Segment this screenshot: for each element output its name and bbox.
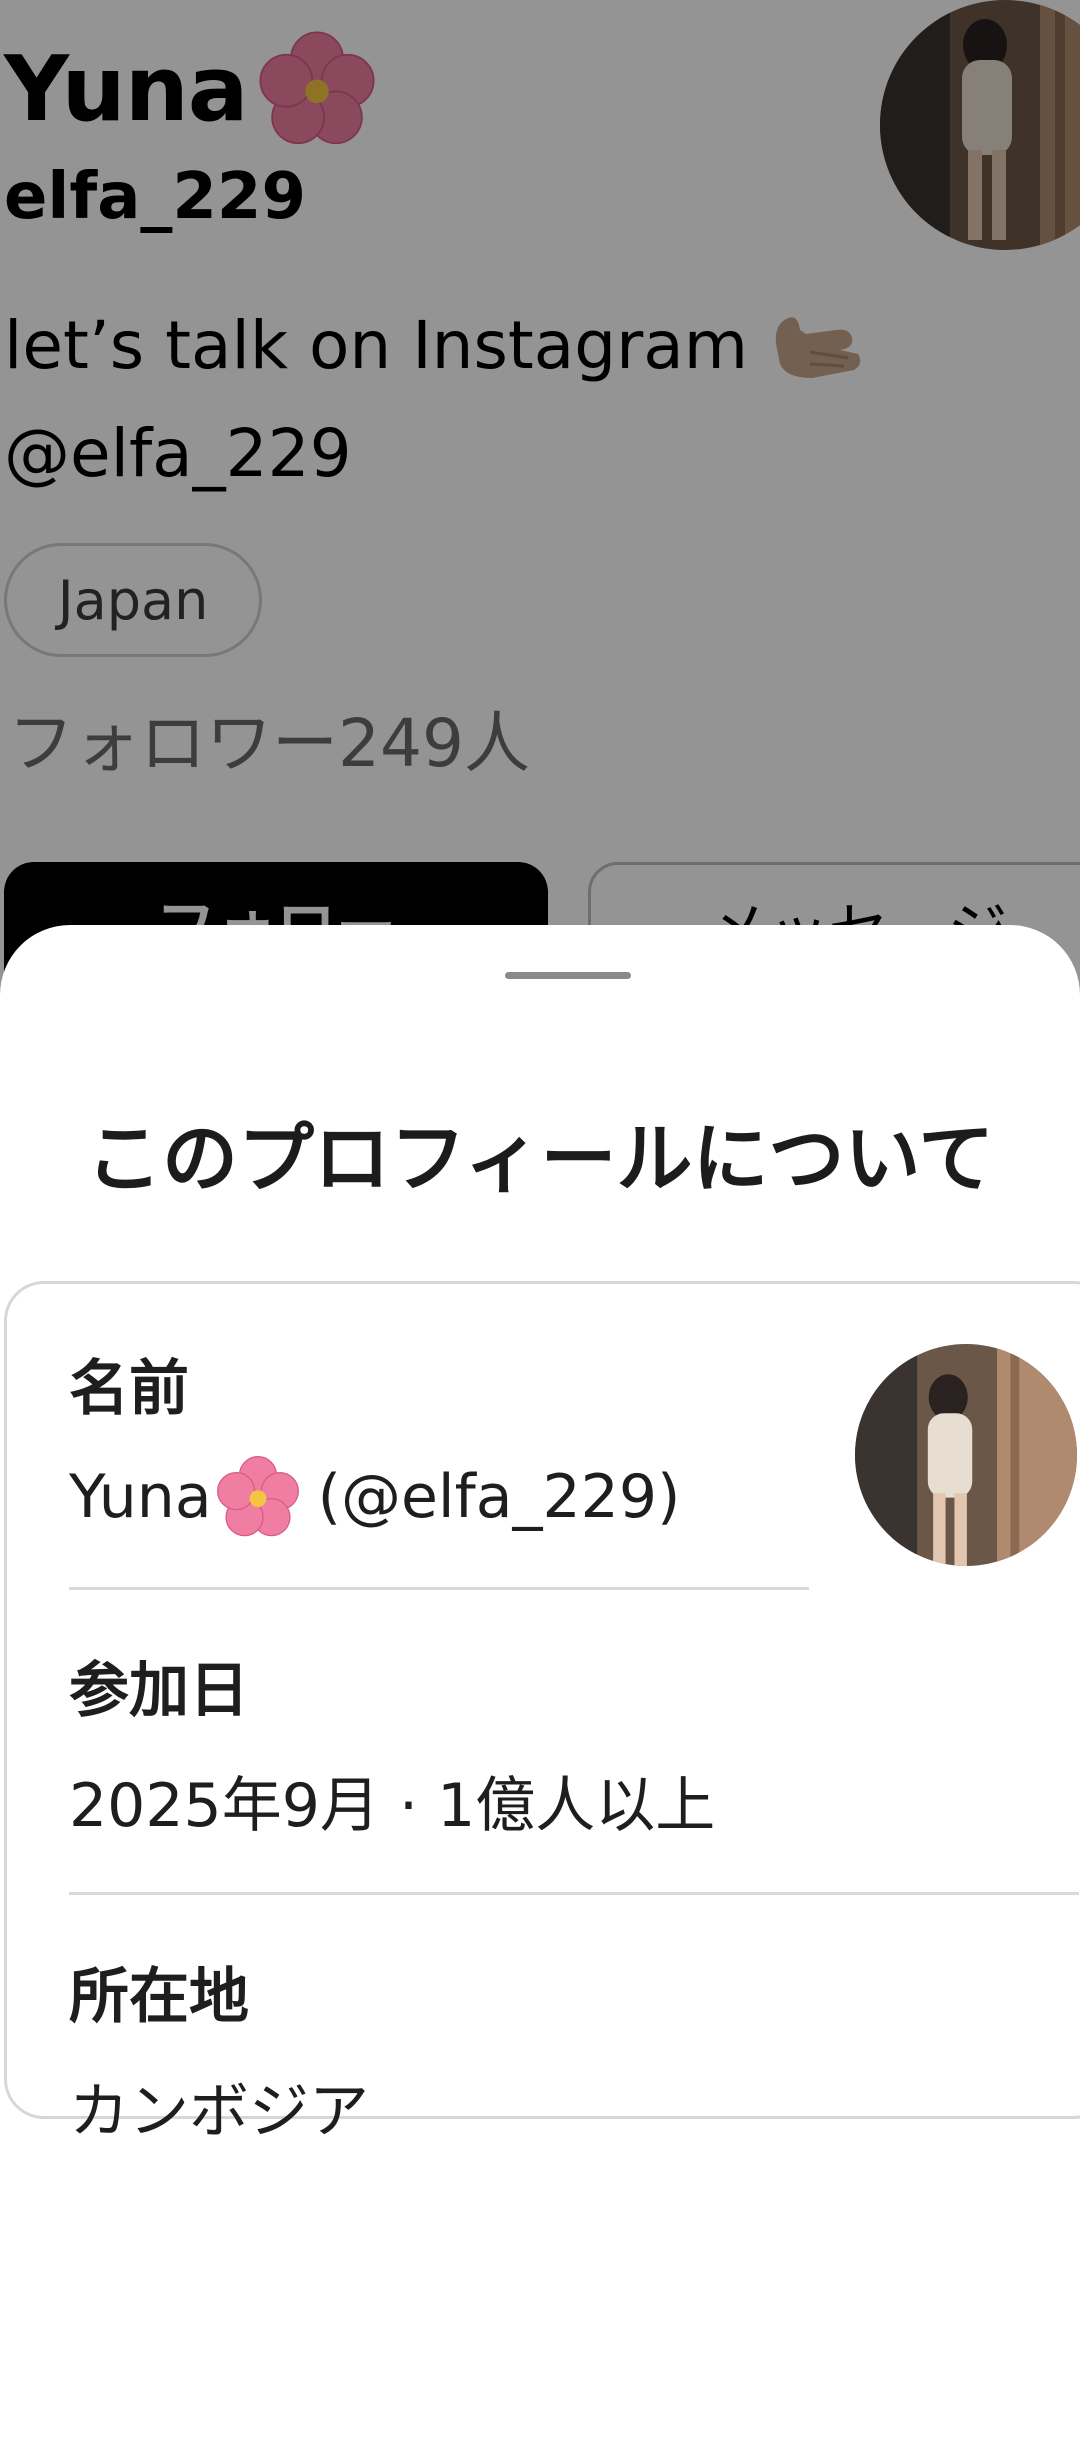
joined-value: 2025年9月 · 1億人以上: [69, 1771, 716, 1841]
drag-handle[interactable]: [505, 972, 631, 979]
joined-row: 参加日 2025年9月 · 1億人以上: [69, 1642, 715, 1844]
name-label: 名前: [69, 1354, 189, 1424]
cherry-blossom-icon: [216, 1455, 300, 1539]
name-value: Yuna (@elfa_229): [69, 1455, 680, 1539]
location-row: 所在地 カンボジア: [69, 1948, 369, 2150]
info-avatar: [855, 1344, 1077, 1566]
location-value: カンボジア: [69, 2077, 369, 2147]
divider: [69, 1892, 1079, 1895]
location-label: 所在地: [69, 1962, 249, 2032]
name-row: 名前 Yuna (@elfa_229): [69, 1340, 680, 1539]
name-handle: (@elfa_229): [317, 1462, 681, 1532]
overlay-scrim[interactable]: [0, 0, 1080, 1000]
about-profile-sheet: このプロフィールについて 名前 Yuna (@elfa_229) 参加日 202…: [0, 925, 1080, 2460]
joined-label: 参加日: [69, 1656, 249, 1726]
divider: [69, 1587, 809, 1590]
sheet-title: このプロフィールについて: [86, 1114, 995, 1203]
name-value-text: Yuna: [69, 1462, 212, 1532]
profile-info-card: 名前 Yuna (@elfa_229) 参加日 2025年9月 · 1億人以上 …: [4, 1281, 1080, 2147]
